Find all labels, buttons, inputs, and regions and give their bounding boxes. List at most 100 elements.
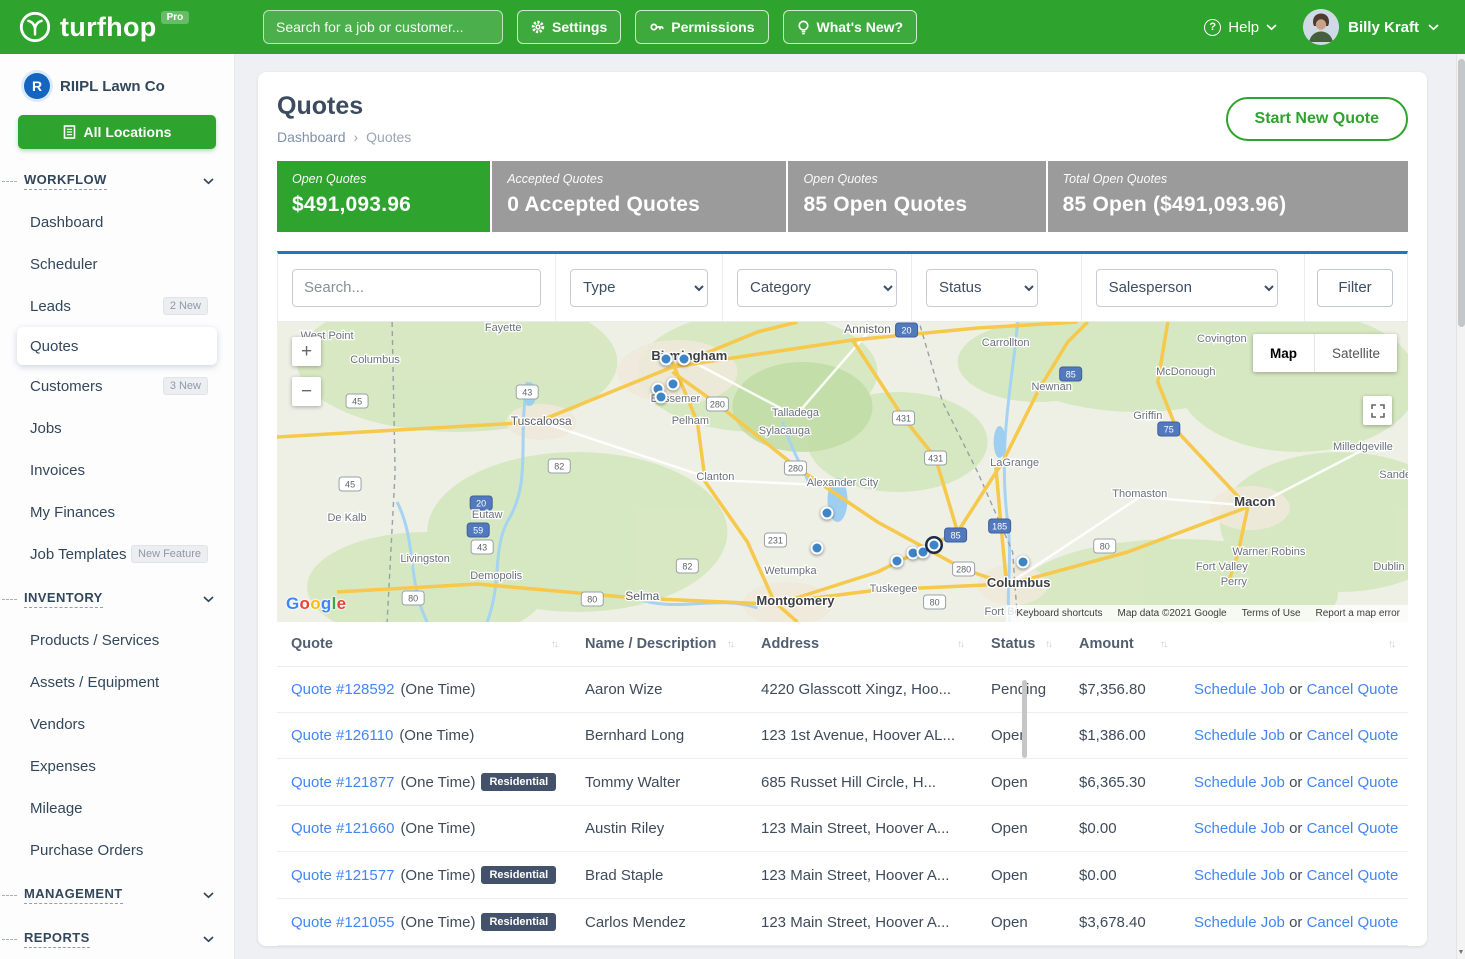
- actions-cell: Schedule Job or Cancel Quote: [1180, 713, 1408, 759]
- column-header-name-description[interactable]: Name / Description↑↓: [571, 622, 747, 667]
- map-marker[interactable]: [660, 353, 673, 366]
- cancel-quote-link[interactable]: Cancel Quote: [1307, 774, 1399, 791]
- sidebar-item-label: Products / Services: [30, 632, 159, 649]
- sidebar-item-assets-equipment[interactable]: Assets / Equipment: [0, 661, 234, 703]
- quote-link[interactable]: Quote #121877: [291, 774, 394, 791]
- map-zoom-in-button[interactable]: +: [292, 337, 321, 366]
- keyboard-shortcuts-link[interactable]: Keyboard shortcuts: [1016, 608, 1102, 619]
- quote-link[interactable]: Quote #121660: [291, 820, 394, 837]
- whats-new-button[interactable]: What's New?: [783, 10, 918, 44]
- quote-link[interactable]: Quote #126110: [291, 727, 393, 744]
- quotes-search-input[interactable]: [292, 269, 541, 307]
- column-header-address[interactable]: Address↑↓: [747, 622, 977, 667]
- google-logo-letter: G: [286, 594, 300, 613]
- sort-icon[interactable]: ↑↓: [727, 639, 733, 650]
- sidebar-item-jobs[interactable]: Jobs: [0, 407, 234, 449]
- all-locations-button[interactable]: All Locations: [18, 115, 216, 149]
- sidebar-section-management[interactable]: MANAGEMENT: [0, 871, 234, 915]
- terms-of-use-link[interactable]: Terms of Use: [1242, 608, 1301, 619]
- sort-icon[interactable]: ↑↓: [1388, 639, 1394, 650]
- schedule-job-link[interactable]: Schedule Job: [1194, 727, 1285, 744]
- sidebar-item-my-finances[interactable]: My Finances: [0, 491, 234, 533]
- brand-logo[interactable]: turfhop Pro: [18, 10, 223, 44]
- cancel-quote-link[interactable]: Cancel Quote: [1307, 820, 1399, 837]
- scrollbar-down-arrow[interactable]: ▼: [1457, 947, 1465, 959]
- help-menu[interactable]: ? Help: [1204, 19, 1277, 36]
- sidebar-item-leads[interactable]: Leads2 New: [0, 285, 234, 327]
- sidebar-item-dashboard[interactable]: Dashboard: [0, 201, 234, 243]
- all-locations-label: All Locations: [84, 124, 172, 140]
- sidebar-item-invoices[interactable]: Invoices: [0, 449, 234, 491]
- company-switcher[interactable]: R RIIPL Lawn Co: [0, 54, 234, 109]
- map-marker-selected[interactable]: [928, 539, 941, 552]
- global-search-input[interactable]: [263, 10, 503, 44]
- sidebar-item-mileage[interactable]: Mileage: [0, 787, 234, 829]
- google-logo[interactable]: Google: [286, 594, 346, 614]
- map-marker[interactable]: [655, 391, 668, 404]
- sidebar-item-customers[interactable]: Customers3 New: [0, 365, 234, 407]
- map-fullscreen-button[interactable]: [1363, 396, 1392, 425]
- quote-link[interactable]: Quote #121577: [291, 867, 394, 884]
- filter-button[interactable]: Filter: [1317, 269, 1393, 307]
- map-marker[interactable]: [811, 542, 824, 555]
- schedule-job-link[interactable]: Schedule Job: [1194, 681, 1285, 698]
- user-menu[interactable]: Billy Kraft: [1303, 9, 1439, 45]
- table-scrollbar[interactable]: [1022, 680, 1027, 758]
- sidebar-item-vendors[interactable]: Vendors: [0, 703, 234, 745]
- sidebar-item-quotes[interactable]: Quotes: [17, 327, 217, 365]
- sidebar-item-expenses[interactable]: Expenses: [0, 745, 234, 787]
- sidebar-item-purchase-orders[interactable]: Purchase Orders: [0, 829, 234, 871]
- schedule-job-link[interactable]: Schedule Job: [1194, 820, 1285, 837]
- cancel-quote-link[interactable]: Cancel Quote: [1307, 681, 1399, 698]
- quote-link[interactable]: Quote #121055: [291, 914, 394, 931]
- map-zoom-out-button[interactable]: −: [292, 377, 321, 406]
- map-marker[interactable]: [667, 378, 680, 391]
- salesperson-select[interactable]: Salesperson: [1096, 269, 1278, 307]
- sidebar-section-inventory[interactable]: INVENTORY: [0, 575, 234, 619]
- quotes-card: Quotes Dashboard › Quotes Start New Quot…: [258, 72, 1427, 946]
- status-select[interactable]: Status: [926, 269, 1038, 307]
- sort-icon[interactable]: ↑↓: [551, 639, 557, 650]
- column-header-actions[interactable]: ↑↓: [1180, 622, 1408, 667]
- column-header-amount[interactable]: Amount↑↓: [1065, 622, 1180, 667]
- start-new-quote-button[interactable]: Start New Quote: [1226, 97, 1408, 141]
- sidebar-item-job-templates[interactable]: Job TemplatesNew Feature: [0, 533, 234, 575]
- cancel-quote-link[interactable]: Cancel Quote: [1307, 727, 1399, 744]
- permissions-button[interactable]: Permissions: [635, 10, 768, 44]
- column-header-status[interactable]: Status↑↓: [977, 622, 1065, 667]
- sidebar-item-label: Assets / Equipment: [30, 674, 159, 691]
- category-select[interactable]: Category: [737, 269, 897, 307]
- breadcrumb-dashboard-link[interactable]: Dashboard: [277, 129, 346, 145]
- map-marker[interactable]: [891, 555, 904, 568]
- table-row: Quote #121660(One Time)Austin Riley123 M…: [277, 806, 1408, 852]
- sort-icon[interactable]: ↑↓: [1160, 639, 1166, 650]
- sort-icon[interactable]: ↑↓: [1045, 639, 1051, 650]
- map-marker[interactable]: [1017, 556, 1030, 569]
- map-marker[interactable]: [678, 353, 691, 366]
- schedule-job-link[interactable]: Schedule Job: [1194, 867, 1285, 884]
- quotes-map[interactable]: 2085751858520594545434382822802802802314…: [277, 322, 1408, 622]
- quote-amount: $1,386.00: [1065, 713, 1180, 759]
- scrollbar-thumb[interactable]: [1458, 59, 1465, 327]
- settings-button[interactable]: Settings: [517, 10, 621, 44]
- sidebar-item-products-services[interactable]: Products / Services: [0, 619, 234, 661]
- schedule-job-link[interactable]: Schedule Job: [1194, 774, 1285, 791]
- quote-status: Pending: [977, 667, 1065, 713]
- fullscreen-icon: [1371, 404, 1385, 418]
- map-view-button[interactable]: Map: [1253, 334, 1314, 372]
- map-marker[interactable]: [821, 507, 834, 520]
- quote-link[interactable]: Quote #128592: [291, 681, 394, 698]
- sidebar-section-reports[interactable]: REPORTS: [0, 915, 234, 959]
- type-select[interactable]: Type: [570, 269, 708, 307]
- sort-icon[interactable]: ↑↓: [957, 639, 963, 650]
- user-avatar: [1303, 9, 1339, 45]
- cancel-quote-link[interactable]: Cancel Quote: [1307, 867, 1399, 884]
- sidebar-section-workflow[interactable]: WORKFLOW: [0, 157, 234, 201]
- satellite-view-button[interactable]: Satellite: [1314, 334, 1397, 372]
- table-row: Quote #121877(One Time)ResidentialTommy …: [277, 759, 1408, 806]
- report-map-error-link[interactable]: Report a map error: [1316, 608, 1400, 619]
- sidebar-item-scheduler[interactable]: Scheduler: [0, 243, 234, 285]
- cancel-quote-link[interactable]: Cancel Quote: [1307, 914, 1399, 931]
- schedule-job-link[interactable]: Schedule Job: [1194, 914, 1285, 931]
- column-header-quote[interactable]: Quote↑↓: [277, 622, 571, 667]
